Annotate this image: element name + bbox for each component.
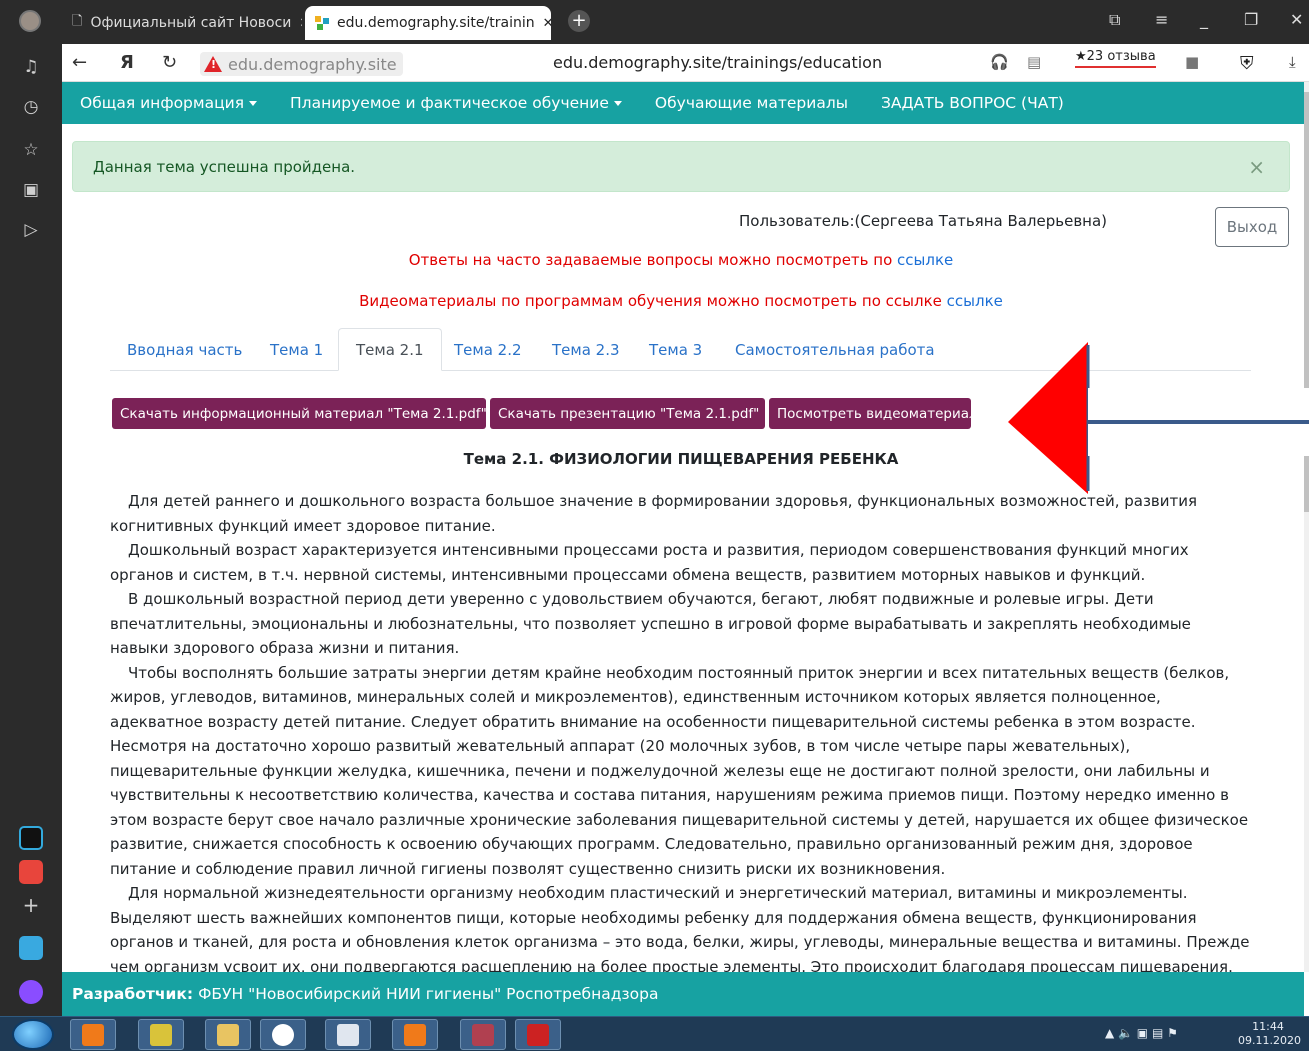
- taskbar-app-archive[interactable]: [460, 1019, 506, 1050]
- alert-text: Данная тема успешна пройдена.: [93, 157, 356, 176]
- url-field[interactable]: edu.demography.site/trainings/education: [553, 53, 882, 72]
- chevron-down-icon: [613, 101, 622, 106]
- site-navbar: Общая информация Планируемое и фактическ…: [62, 82, 1304, 124]
- restore-icon[interactable]: ❐: [1244, 10, 1258, 29]
- back-arrow-icon[interactable]: ←: [72, 52, 87, 73]
- notifications-bell-icon[interactable]: ♫: [20, 56, 42, 78]
- browser-tab-title: Официальный сайт Новоси: [90, 15, 292, 31]
- video-link[interactable]: ссылке: [947, 292, 1003, 310]
- browser-sidebar: ♫ ◷ ☆ ▣ ▷ +: [0, 44, 62, 1016]
- minimize-icon[interactable]: _: [1200, 10, 1208, 29]
- nav-ask-question-chat[interactable]: ЗАДАТЬ ВОПРОС (ЧАТ): [881, 94, 1064, 112]
- content-paragraph: Дошкольный возраст характеризуется интен…: [110, 541, 1189, 584]
- content-paragraph: Для нормальной жизнедеятельности организ…: [110, 884, 1250, 973]
- add-panel-plus-icon[interactable]: +: [20, 894, 42, 916]
- taskbar-app-orange[interactable]: [70, 1019, 116, 1050]
- download-presentation-button[interactable]: Скачать презентацию "Тема 2.1.pdf"🡇: [490, 398, 780, 429]
- taskbar-app-pdf[interactable]: [515, 1019, 561, 1050]
- new-tab-plus-icon[interactable]: +: [568, 10, 590, 32]
- content-paragraph: В дошкольный возрастной период дети увер…: [110, 590, 1191, 657]
- topic-content: Для детей раннего и дошкольного возраста…: [110, 489, 1252, 973]
- messenger-icon[interactable]: [19, 936, 43, 960]
- footer-label: Разработчик:: [72, 985, 194, 1003]
- browser-tab-title: edu.demography.site/trainin: [337, 15, 535, 31]
- tab-intro[interactable]: Вводная часть: [110, 328, 259, 371]
- tab-topic-1[interactable]: Тема 1: [253, 328, 340, 371]
- tab-topic-2-2[interactable]: Тема 2.2: [437, 328, 539, 371]
- page-scrollbar[interactable]: [1304, 82, 1309, 972]
- voice-assistant-icon[interactable]: [19, 980, 43, 1004]
- window-close-icon[interactable]: ✕: [1290, 10, 1303, 29]
- tab-topic-3[interactable]: Тема 3: [632, 328, 719, 371]
- favorites-star-icon[interactable]: ☆: [20, 139, 42, 161]
- close-tab-icon[interactable]: ✕: [299, 16, 302, 31]
- logout-button[interactable]: Выход: [1215, 207, 1289, 247]
- collections-icon[interactable]: ▣: [20, 179, 42, 201]
- close-tab-icon[interactable]: ✕: [543, 16, 551, 31]
- browser-tab-1[interactable]: 🗋 Официальный сайт Новоси ✕: [62, 6, 302, 40]
- windows-taskbar: ▲ 🔈 ▣ ▤ ⚑ 11:44 09.11.2020: [0, 1016, 1309, 1051]
- taskbar-app-yandex[interactable]: [260, 1019, 306, 1050]
- alice-app-icon[interactable]: [19, 826, 43, 850]
- reload-icon[interactable]: ↻: [162, 52, 177, 73]
- taskbar-clock[interactable]: 11:44 09.11.2020: [1238, 1020, 1301, 1048]
- warning-icon: [204, 56, 222, 72]
- headphones-icon[interactable]: 🎧: [990, 53, 1009, 71]
- taskbar-app-reader[interactable]: [392, 1019, 438, 1050]
- protect-icon[interactable]: ⛨: [1240, 53, 1254, 74]
- arrow-shaft-mask: [1088, 388, 1309, 422]
- tabs-menu-icon[interactable]: ⧉: [1109, 10, 1120, 30]
- browser-tab-bar: 🗋 Официальный сайт Новоси ✕ edu.demograp…: [0, 0, 1309, 44]
- content-paragraph: Для детей раннего и дошкольного возраста…: [110, 492, 1198, 535]
- alert-close-icon[interactable]: ×: [1248, 155, 1265, 179]
- bookmark-icon[interactable]: ■: [1185, 53, 1199, 71]
- profile-avatar[interactable]: [19, 10, 41, 32]
- user-label: Пользователь:(Сергеева Татьяна Валерьевн…: [739, 212, 1108, 230]
- document-icon: 🗋: [72, 14, 83, 29]
- address-bar: ← Я ↻ edu.demography.site edu.demography…: [0, 44, 1309, 82]
- footer-text: ФБУН "Новосибирский НИИ гигиены" Роспотр…: [198, 985, 659, 1003]
- taskbar-app-explorer[interactable]: [205, 1019, 251, 1050]
- tab-self-study[interactable]: Самостоятельная работа: [718, 328, 952, 371]
- reviews-badge[interactable]: ★23 отзыва: [1075, 49, 1156, 68]
- tab-topic-2-1[interactable]: Тема 2.1: [338, 328, 442, 371]
- mail-icon[interactable]: [19, 860, 43, 884]
- red-arrow-annotation: [1008, 342, 1309, 494]
- watch-video-button[interactable]: Посмотреть видеоматериал: [769, 398, 978, 429]
- download-info-button[interactable]: Скачать информационный материал "Тема 2.…: [112, 398, 507, 429]
- browser-tab-2[interactable]: edu.demography.site/trainin ✕: [305, 6, 551, 40]
- reader-mode-icon[interactable]: ▤: [1027, 53, 1041, 71]
- site-favicon-icon: [315, 16, 329, 30]
- success-alert: Данная тема успешна пройдена. ×: [72, 141, 1290, 192]
- site-chip-label: edu.demography.site: [228, 54, 397, 74]
- downloads-icon[interactable]: ⤓: [1289, 53, 1296, 71]
- history-clock-icon[interactable]: ◷: [20, 96, 42, 118]
- yandex-logo-icon[interactable]: Я: [120, 52, 134, 73]
- nav-general-info[interactable]: Общая информация: [80, 94, 258, 112]
- site-info-chip[interactable]: edu.demography.site: [200, 52, 403, 76]
- site-footer: Разработчик: ФБУН "Новосибирский НИИ гиг…: [62, 972, 1304, 1016]
- faq-notice: Ответы на часто задаваемые вопросы можно…: [408, 251, 954, 269]
- taskbar-app-paint[interactable]: [138, 1019, 184, 1050]
- start-button-icon[interactable]: [12, 1019, 54, 1050]
- system-tray-icons[interactable]: ▲ 🔈 ▣ ▤ ⚑: [1105, 1026, 1178, 1040]
- taskbar-app-word[interactable]: [325, 1019, 371, 1050]
- chevron-down-icon: [249, 101, 258, 106]
- menu-icon[interactable]: ≡: [1155, 10, 1168, 29]
- nav-planned-training[interactable]: Планируемое и фактическое обучение: [290, 94, 622, 112]
- video-notice: Видеоматериалы по программам обучения мо…: [359, 292, 1003, 310]
- faq-link[interactable]: ссылке: [897, 251, 953, 269]
- tab-topic-2-3[interactable]: Тема 2.3: [535, 328, 637, 371]
- video-play-icon[interactable]: ▷: [20, 219, 42, 241]
- topic-title: Тема 2.1. ФИЗИОЛОГИИ ПИЩЕВАРЕНИЯ РЕБЕНКА: [463, 450, 899, 468]
- content-paragraph: Чтобы восполнять большие затраты энергии…: [110, 663, 1249, 878]
- nav-training-materials[interactable]: Обучающие материалы: [655, 94, 848, 112]
